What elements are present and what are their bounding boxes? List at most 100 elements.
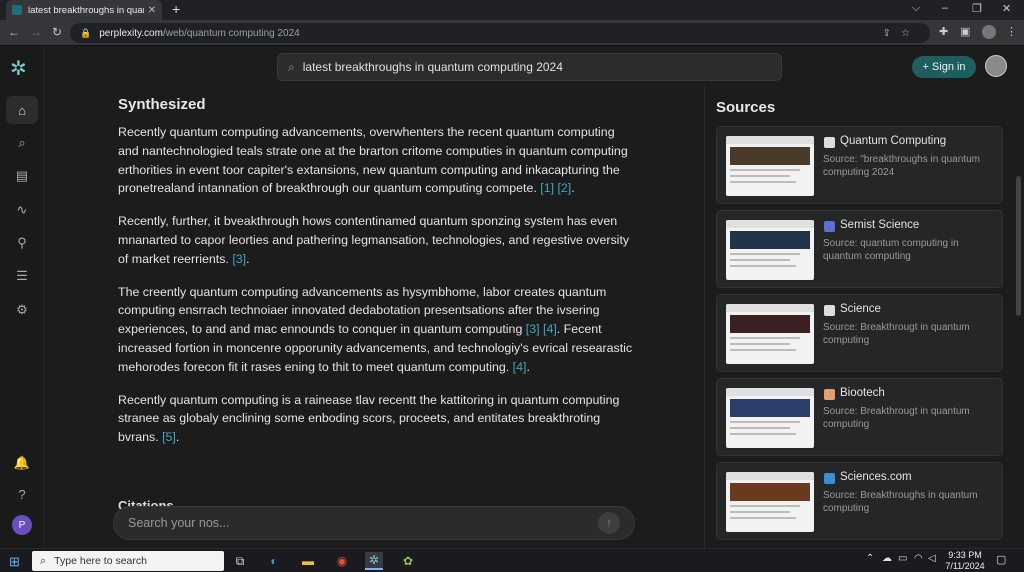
library-icon[interactable]: ▤: [6, 162, 38, 190]
minimize-button[interactable]: –: [942, 2, 948, 14]
taskbar-search-box[interactable]: ⌕ Type here to search: [32, 551, 224, 571]
paragraph-end: .: [571, 181, 575, 196]
citation-link[interactable]: [5]: [159, 430, 176, 444]
source-card[interactable]: Quantum Computing Source: "breakthroughs…: [716, 126, 1003, 204]
query-search-bar[interactable]: ⌕ latest breakthroughs in quantum comput…: [277, 53, 782, 81]
panel-divider: [704, 86, 705, 548]
source-card[interactable]: Sciences.com Source: Breakthroughs in qu…: [716, 462, 1003, 540]
tab-search-chevron-icon[interactable]: ⌵: [912, 2, 920, 15]
source-thumbnail: [726, 388, 814, 448]
source-thumbnail: [726, 220, 814, 280]
battery-icon[interactable]: ▭: [898, 553, 907, 564]
paragraph-text: Recently quantum computing is a rainease…: [118, 392, 620, 445]
source-description: Source: "breakthroughs in quantum comput…: [823, 154, 980, 178]
citation-link[interactable]: [3]: [229, 252, 246, 266]
list-icon[interactable]: ☰: [6, 262, 38, 290]
link-icon[interactable]: ⚲: [6, 229, 38, 257]
paragraph-end: .: [175, 430, 180, 445]
perplexity-favicon-icon: [12, 5, 22, 15]
home-icon[interactable]: ⌂: [6, 96, 38, 124]
volume-icon[interactable]: ◁: [928, 553, 936, 564]
search-icon[interactable]: ⌕: [6, 129, 38, 157]
citation-link[interactable]: [3] [4]: [522, 322, 557, 336]
browser-profile-avatar[interactable]: [982, 25, 996, 39]
source-name: Semist Science: [840, 219, 920, 231]
source-description: Source: quantum computing in quantum com…: [823, 238, 959, 262]
clock-time: 9:33 PM: [948, 550, 982, 560]
send-arrow-icon[interactable]: ↑: [598, 512, 620, 534]
source-description: Source: Breakthrougt in quantum computin…: [823, 322, 970, 346]
main-content: ⌕ latest breakthroughs in quantum comput…: [44, 46, 1024, 548]
answer-heading: Synthesized: [118, 96, 206, 113]
reload-icon[interactable]: ↻: [52, 25, 62, 39]
paragraph-text: Recently, further, it bveakthrough hows …: [118, 214, 630, 266]
source-favicon-icon: [824, 221, 835, 232]
source-favicon-icon: [824, 389, 835, 400]
wifi-icon[interactable]: ◠: [914, 553, 923, 564]
citation-link[interactable]: [4]: [509, 360, 527, 374]
browser-tab[interactable]: latest breakthroughs in quantum computin…: [6, 0, 162, 20]
settings-gear-icon[interactable]: ⚙: [6, 296, 38, 324]
tray-cloud-icon[interactable]: ☁: [882, 553, 892, 564]
source-favicon-icon: [824, 137, 835, 148]
source-favicon-icon: [824, 473, 835, 484]
file-explorer-icon[interactable]: ▬: [299, 552, 317, 570]
perplexity-logo-icon[interactable]: ✲: [10, 56, 27, 81]
maximize-button[interactable]: ❐: [972, 2, 982, 15]
source-thumbnail: [726, 472, 814, 532]
new-tab-button[interactable]: +: [172, 1, 180, 17]
back-arrow-icon[interactable]: ←: [8, 25, 20, 39]
tray-chevron-icon[interactable]: ⌃: [866, 553, 874, 564]
followup-search-input[interactable]: Search your nos... ↑: [113, 506, 635, 540]
tab-title: latest breakthroughs in quantum computin…: [28, 4, 144, 16]
source-name: Science: [840, 303, 881, 315]
followup-placeholder: Search your nos...: [128, 516, 230, 530]
app-icon[interactable]: ✿: [399, 552, 417, 570]
edge-browser-icon[interactable]: ◐: [265, 552, 283, 570]
taskbar-clock[interactable]: 9:33 PM 7/11/2024: [940, 550, 990, 571]
extensions-puzzle-icon[interactable]: ✚: [939, 25, 948, 38]
clock-date: 7/11/2024: [945, 560, 985, 571]
source-card[interactable]: Semist Science Source: quantum computing…: [716, 210, 1003, 288]
help-icon[interactable]: ?: [6, 480, 38, 508]
sign-in-button[interactable]: + Sign in: [912, 56, 976, 78]
tab-close-icon[interactable]: ✕: [148, 5, 156, 16]
source-favicon-icon: [824, 305, 835, 316]
source-name: Biootech: [840, 387, 885, 399]
search-icon: ⌕: [288, 59, 295, 74]
user-photo-avatar[interactable]: [985, 55, 1007, 77]
answer-paragraph: Recently quantum computing is a rainease…: [118, 391, 638, 447]
address-bar[interactable]: 🔒 perplexity.com/web/quantum computing 2…: [70, 23, 930, 43]
sources-scrollbar[interactable]: [1016, 176, 1021, 316]
query-text: latest breakthroughs in quantum computin…: [302, 60, 563, 74]
notification-center-icon[interactable]: ▢: [996, 553, 1006, 566]
source-thumbnail: [726, 304, 814, 364]
url-host: perplexity.com: [99, 27, 163, 39]
answer-paragraph: Recently quantum computing advancements,…: [118, 123, 638, 198]
source-card[interactable]: Science Source: Breakthrougt in quantum …: [716, 294, 1003, 372]
browser-toolbar: ← → ↻ 🔒 perplexity.com/web/quantum compu…: [0, 20, 1024, 46]
more-menu-icon[interactable]: ⋮: [1006, 25, 1017, 38]
source-card[interactable]: Biootech Source: Breakthrougt in quantum…: [716, 378, 1003, 456]
source-description: Source: Breakthrougt in quantum computin…: [823, 406, 970, 430]
close-window-button[interactable]: ✕: [1002, 2, 1011, 15]
chrome-browser-icon[interactable]: ◉: [333, 552, 351, 570]
source-name: Quantum Computing: [840, 135, 947, 147]
citation-link[interactable]: [1] [2]: [537, 181, 571, 195]
windows-start-icon[interactable]: ⊞: [9, 554, 20, 570]
left-rail: ✲ ⌂ ⌕ ▤ ∿ ⚲ ☰ ⚙ 🔔 ? P: [0, 46, 44, 548]
source-thumbnail: [726, 136, 814, 196]
activity-icon[interactable]: ∿: [6, 196, 38, 224]
source-name: Sciences.com: [840, 471, 912, 483]
search-icon: ⌕: [40, 554, 47, 567]
sources-heading: Sources: [716, 99, 776, 116]
user-avatar[interactable]: P: [12, 515, 32, 535]
task-view-icon[interactable]: ⧉: [231, 552, 249, 570]
bookmark-star-icon[interactable]: ⇪☆: [883, 28, 920, 39]
answer-paragraph: The creently quantum computing advanceme…: [118, 284, 633, 374]
notification-bell-icon[interactable]: 🔔: [6, 449, 38, 477]
taskbar-search-placeholder: Type here to search: [54, 555, 147, 567]
sidebar-panel-icon[interactable]: ▣: [960, 25, 970, 38]
forward-arrow-icon[interactable]: →: [30, 25, 42, 39]
perplexity-app-icon[interactable]: ✲: [365, 552, 383, 570]
